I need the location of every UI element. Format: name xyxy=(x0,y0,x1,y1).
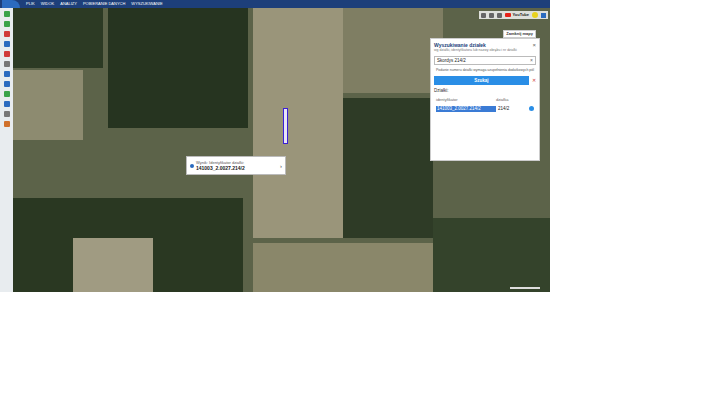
tool-icon[interactable] xyxy=(489,13,494,18)
search-panel: Wyszukiwanie działekwg działki, identyfi… xyxy=(430,38,540,161)
search-button[interactable]: Szukaj xyxy=(434,76,529,86)
results-table: identyfikatordziałka 141003_2.0027.214/22… xyxy=(434,97,536,114)
map-popup: Wynik: Identyfikator działki:141003_2.00… xyxy=(186,156,286,175)
popup-text: Wynik: Identyfikator działki:141003_2.00… xyxy=(196,160,278,171)
left-toolbar xyxy=(0,8,13,292)
tool-icon[interactable] xyxy=(4,111,10,117)
map-area xyxy=(343,98,433,238)
results-label: Działki: xyxy=(434,88,536,94)
tool-icon[interactable] xyxy=(4,71,10,77)
tool-icon[interactable] xyxy=(481,13,486,18)
menu-item[interactable]: WYSZUKIWANIE xyxy=(131,2,162,6)
tool-icon[interactable] xyxy=(497,13,502,18)
tool-icon[interactable] xyxy=(4,11,10,17)
info-icon xyxy=(190,164,194,168)
clear-button[interactable]: ✕ xyxy=(532,78,536,83)
tool-icon[interactable] xyxy=(4,101,10,107)
tool-icon[interactable] xyxy=(4,31,10,37)
tool-icon[interactable] xyxy=(4,61,10,67)
tool-icon[interactable] xyxy=(4,41,10,47)
menu-item[interactable]: WIDOK xyxy=(41,2,55,6)
youtube-icon xyxy=(505,13,511,17)
map-area xyxy=(253,8,343,238)
map-area xyxy=(13,70,83,140)
parcel-highlight[interactable] xyxy=(283,108,288,144)
map-area xyxy=(433,218,550,292)
close-maps-button[interactable]: Zamknij mapy xyxy=(503,30,536,38)
workspace: Wynik: Identyfikator działki:141003_2.00… xyxy=(0,8,550,292)
column-header: działka xyxy=(496,97,526,102)
popup-more[interactable]: › xyxy=(280,163,282,169)
top-right-toolbar: YouTube xyxy=(479,11,548,19)
menu-item[interactable]: PLIK xyxy=(26,2,35,6)
tool-icon[interactable] xyxy=(4,81,10,87)
panel-title: Wyszukiwanie działek xyxy=(434,42,517,48)
hint: Podanie numeru działki wymaga uzupełnien… xyxy=(434,68,536,72)
tool-icon[interactable] xyxy=(4,51,10,57)
map-area xyxy=(108,8,248,128)
close-button[interactable]: × xyxy=(532,42,536,48)
tool-icon[interactable] xyxy=(4,21,10,27)
map-area xyxy=(253,243,433,292)
panel-subtitle: wg działki, identyfikatora lub nazwy obr… xyxy=(434,48,517,52)
zoom-icon[interactable] xyxy=(529,106,534,111)
help-icon[interactable] xyxy=(532,12,538,18)
column-header: identyfikator xyxy=(436,97,496,102)
grid-icon[interactable] xyxy=(541,13,546,18)
tool-icon[interactable] xyxy=(4,121,10,127)
menu-item[interactable]: POBIERANIE DANYCH xyxy=(83,2,125,6)
youtube-button[interactable]: YouTube xyxy=(505,13,529,17)
map[interactable]: Wynik: Identyfikator działki:141003_2.00… xyxy=(13,8,550,292)
table-header: identyfikatordziałka xyxy=(434,97,536,102)
page: PLIK WIDOK ANALIZY POBIERANIE DANYCH WYSZUKI… xyxy=(0,0,720,420)
scale-bar xyxy=(510,287,540,289)
table-row[interactable]: 141003_2.0027.214/2214/2 xyxy=(434,104,536,114)
tool-icon[interactable] xyxy=(4,91,10,97)
top-bar: PLIK WIDOK ANALIZY POBIERANIE DANYCH WYSZUKI… xyxy=(0,0,550,8)
menu-item[interactable]: ANALIZY xyxy=(60,2,77,6)
geoportal: PLIK WIDOK ANALIZY POBIERANIE DANYCH WYSZUKI… xyxy=(0,0,550,292)
clear-query-button[interactable]: × xyxy=(530,58,533,63)
map-area xyxy=(13,8,103,68)
map-area xyxy=(343,8,443,93)
search-field[interactable]: Skordys 214/2× xyxy=(434,56,536,66)
logo-icon xyxy=(2,0,20,8)
map-area xyxy=(73,238,153,292)
